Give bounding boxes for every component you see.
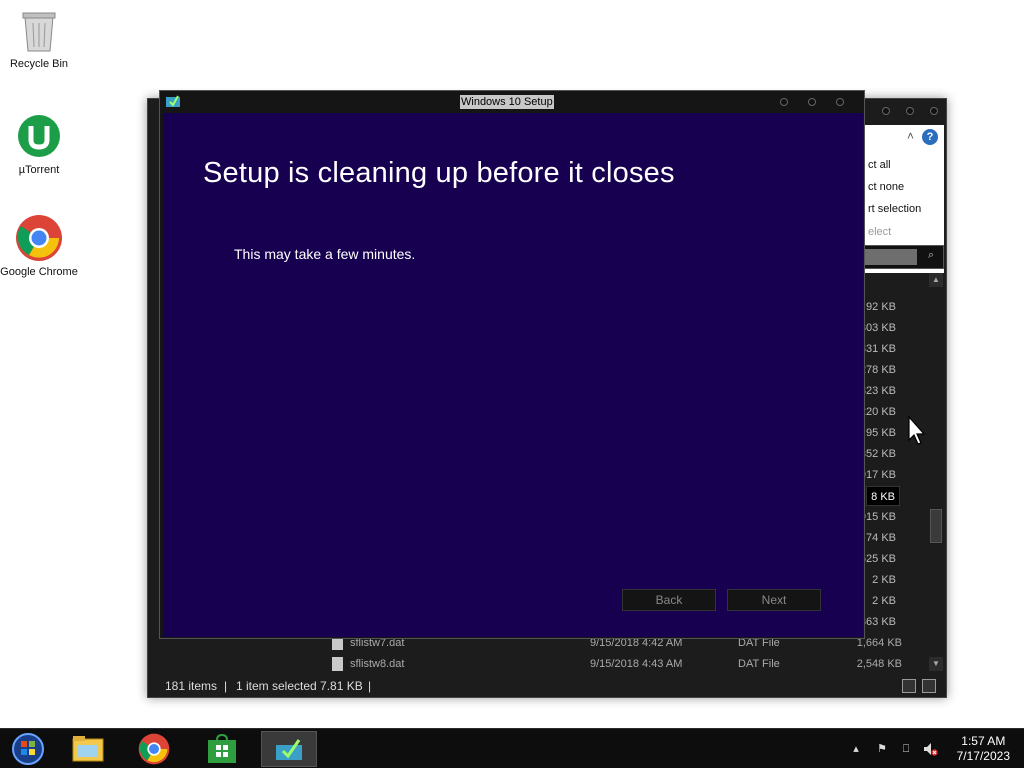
scroll-thumb[interactable] bbox=[930, 509, 942, 543]
size-cell: 220 KB bbox=[859, 406, 896, 418]
start-icon bbox=[12, 733, 44, 765]
chrome-label: Google Chrome bbox=[0, 266, 78, 278]
taskbar: ▴ ⚑ ⎕ 1:57 AM 7/17/2023 bbox=[0, 728, 1024, 768]
clock[interactable]: 1:57 AM 7/17/2023 bbox=[957, 734, 1010, 764]
clock-time: 1:57 AM bbox=[961, 734, 1006, 748]
size-cell: 74 KB bbox=[866, 532, 896, 544]
utorrent-icon bbox=[15, 112, 63, 160]
clock-date: 7/17/2023 bbox=[956, 749, 1010, 763]
taskbar-store[interactable] bbox=[194, 731, 250, 767]
file-explorer-icon bbox=[72, 736, 104, 762]
taskbar-chrome[interactable] bbox=[126, 731, 182, 767]
store-icon bbox=[208, 734, 236, 763]
select-none-button[interactable]: ct none bbox=[868, 181, 904, 193]
minimize-button[interactable] bbox=[882, 107, 890, 115]
chrome-icon bbox=[15, 214, 63, 262]
size-cell: 2 KB bbox=[872, 574, 896, 586]
select-all-button[interactable]: ct all bbox=[868, 159, 891, 171]
view-switcher bbox=[902, 679, 936, 693]
selection-info: 1 item selected 7.81 KB bbox=[236, 679, 363, 693]
scroll-up-icon[interactable]: ▲ bbox=[929, 273, 943, 287]
chrome-icon bbox=[138, 733, 170, 765]
size-cell: 363 KB bbox=[859, 616, 896, 628]
setup-content: Setup is cleaning up before it closes Th… bbox=[163, 113, 863, 637]
search-icon[interactable]: ⌕ bbox=[923, 249, 939, 265]
size-cell: 278 KB bbox=[859, 364, 896, 376]
search-box[interactable]: ⌕ bbox=[862, 245, 944, 269]
recycle-bin-label: Recycle Bin bbox=[9, 58, 69, 70]
desktop-icon-utorrent[interactable]: µTorrent bbox=[0, 112, 78, 177]
setup-titlebar[interactable]: Windows 10 Setup bbox=[160, 91, 864, 113]
explorer-window-controls bbox=[882, 107, 938, 115]
help-icon[interactable]: ? bbox=[922, 129, 938, 145]
next-button[interactable]: Next bbox=[727, 589, 821, 611]
desktop-icon-chrome[interactable]: Google Chrome bbox=[0, 214, 78, 279]
file-size: 2,548 KB bbox=[856, 658, 902, 670]
status-bar: 181 items | 1 item selected 7.81 KB | bbox=[148, 675, 946, 697]
taskbar-setup[interactable] bbox=[261, 731, 317, 767]
action-center-flag-icon[interactable]: ⚑ bbox=[874, 741, 890, 757]
select-group-label: elect bbox=[868, 226, 892, 238]
maximize-button[interactable] bbox=[906, 107, 914, 115]
size-cell: 2 KB bbox=[872, 595, 896, 607]
table-row[interactable]: sflistw8.dat 9/15/2018 4:43 AM DAT File … bbox=[332, 654, 902, 674]
recycle-bin-icon bbox=[15, 6, 63, 54]
show-hidden-icons-icon[interactable]: ▴ bbox=[848, 741, 864, 757]
setup-app-icon bbox=[166, 95, 180, 107]
taskbar-file-explorer[interactable] bbox=[60, 731, 116, 767]
setup-window-controls bbox=[780, 98, 844, 106]
close-button[interactable] bbox=[836, 98, 844, 106]
vertical-scrollbar[interactable]: ▲ ▼ bbox=[929, 273, 943, 671]
status-message: This may take a few minutes. bbox=[234, 246, 416, 262]
window-title: Windows 10 Setup bbox=[460, 95, 554, 109]
search-input[interactable] bbox=[865, 249, 917, 265]
close-button[interactable] bbox=[930, 107, 938, 115]
file-type: DAT File bbox=[738, 658, 780, 670]
setup-window[interactable]: Windows 10 Setup Setup is cleaning up be… bbox=[159, 90, 865, 639]
file-date: 9/15/2018 4:43 AM bbox=[590, 658, 683, 670]
mouse-cursor-icon bbox=[908, 415, 928, 449]
size-cell: 95 KB bbox=[866, 427, 896, 439]
item-count: 181 items bbox=[165, 679, 218, 693]
scroll-down-icon[interactable]: ▼ bbox=[929, 657, 943, 671]
status-separator: | bbox=[224, 679, 228, 693]
page-title: Setup is cleaning up before it closes bbox=[203, 157, 675, 189]
size-cell: 92 KB bbox=[866, 301, 896, 313]
maximize-button[interactable] bbox=[808, 98, 816, 106]
file-icon bbox=[332, 657, 343, 671]
file-name: sflistw8.dat bbox=[350, 658, 405, 670]
network-icon[interactable]: ⎕ bbox=[898, 741, 914, 757]
volume-muted-icon[interactable] bbox=[922, 741, 938, 757]
size-cell: 303 KB bbox=[859, 322, 896, 334]
size-cell: 525 KB bbox=[859, 553, 896, 565]
large-icons-view-icon[interactable] bbox=[922, 679, 936, 693]
size-cell: 917 KB bbox=[859, 469, 896, 481]
start-button[interactable] bbox=[0, 731, 56, 767]
size-cell-selected[interactable]: 8 KB bbox=[866, 486, 900, 506]
details-view-icon[interactable] bbox=[902, 679, 916, 693]
back-button[interactable]: Back bbox=[622, 589, 716, 611]
size-cell: 323 KB bbox=[859, 385, 896, 397]
size-cell: 331 KB bbox=[859, 343, 896, 355]
invert-selection-button[interactable]: rt selection bbox=[868, 203, 921, 215]
size-cell: 915 KB bbox=[859, 511, 896, 523]
setup-icon bbox=[276, 739, 302, 760]
desktop-icon-recycle-bin[interactable]: Recycle Bin bbox=[0, 6, 78, 71]
utorrent-label: µTorrent bbox=[18, 164, 60, 176]
collapse-ribbon-icon[interactable]: ˄ bbox=[907, 129, 914, 143]
status-separator: | bbox=[368, 679, 372, 693]
minimize-button[interactable] bbox=[780, 98, 788, 106]
size-cell: 352 KB bbox=[859, 448, 896, 460]
